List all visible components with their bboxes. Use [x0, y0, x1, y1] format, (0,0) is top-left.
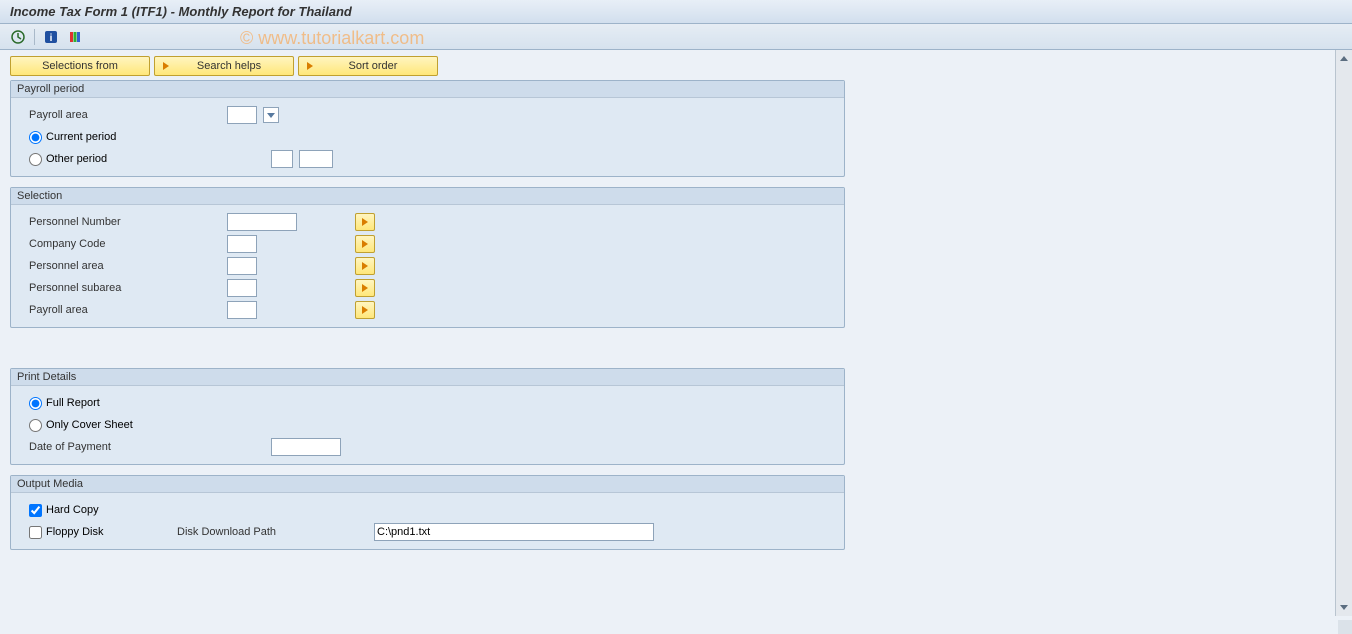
- multi-select-button[interactable]: [355, 213, 375, 231]
- field-label: Personnel area: [21, 260, 221, 272]
- arrow-right-icon: [307, 62, 313, 70]
- date-payment-label: Date of Payment: [21, 441, 221, 453]
- search-helps-label: Search helps: [173, 60, 285, 72]
- arrow-right-icon: [362, 218, 368, 226]
- group-title: Selection: [11, 188, 844, 205]
- dropdown-icon[interactable]: [263, 107, 279, 123]
- selection-row: Company Code: [21, 233, 834, 255]
- payroll-area-label: Payroll area: [21, 109, 221, 121]
- scroll-up-icon[interactable]: [1336, 50, 1352, 67]
- field-label: Personnel Number: [21, 216, 221, 228]
- cover-sheet-radio[interactable]: Only Cover Sheet: [21, 419, 133, 432]
- date-payment-input[interactable]: [271, 438, 341, 456]
- full-report-radio[interactable]: Full Report: [21, 397, 100, 410]
- group-title: Output Media: [11, 476, 844, 493]
- payroll-area-sel-input[interactable]: [227, 301, 257, 319]
- window-title: Income Tax Form 1 (ITF1) - Monthly Repor…: [10, 4, 352, 19]
- svg-text:i: i: [50, 33, 53, 44]
- application-toolbar: i: [0, 24, 1352, 50]
- arrow-right-icon: [362, 306, 368, 314]
- multi-select-button[interactable]: [355, 301, 375, 319]
- other-period-input[interactable]: [29, 153, 42, 166]
- personnel-number-input[interactable]: [227, 213, 297, 231]
- arrow-right-icon: [362, 284, 368, 292]
- floppy-check[interactable]: Floppy Disk: [21, 526, 171, 539]
- palette-icon[interactable]: [67, 29, 83, 45]
- hard-copy-check[interactable]: Hard Copy: [21, 504, 99, 517]
- payroll-period-group: Payroll period Payroll area Current peri…: [10, 80, 845, 177]
- content-area: Selections from Search helps Sort order …: [0, 50, 1352, 634]
- selection-row: Personnel Number: [21, 211, 834, 233]
- cover-sheet-label: Only Cover Sheet: [46, 419, 133, 431]
- other-period-radio[interactable]: Other period: [21, 153, 221, 166]
- sort-order-button[interactable]: Sort order: [298, 56, 438, 76]
- vertical-scrollbar[interactable]: [1335, 50, 1352, 616]
- hard-copy-label: Hard Copy: [46, 504, 99, 516]
- search-helps-button[interactable]: Search helps: [154, 56, 294, 76]
- current-period-input[interactable]: [29, 131, 42, 144]
- group-title: Print Details: [11, 369, 844, 386]
- personnel-subarea-input[interactable]: [227, 279, 257, 297]
- other-period-p1[interactable]: [271, 150, 293, 168]
- multi-select-button[interactable]: [355, 279, 375, 297]
- payroll-area-input[interactable]: [227, 106, 257, 124]
- scroll-down-icon[interactable]: [1336, 599, 1352, 616]
- field-label: Payroll area: [21, 304, 221, 316]
- full-report-label: Full Report: [46, 397, 100, 409]
- field-label: Company Code: [21, 238, 221, 250]
- selections-from-label: Selections from: [42, 60, 118, 72]
- arrow-right-icon: [362, 262, 368, 270]
- window-title-bar: Income Tax Form 1 (ITF1) - Monthly Repor…: [0, 0, 1352, 24]
- multi-select-button[interactable]: [355, 235, 375, 253]
- info-icon[interactable]: i: [43, 29, 59, 45]
- group-title: Payroll period: [11, 81, 844, 98]
- execute-icon[interactable]: [10, 29, 26, 45]
- output-media-group: Output Media Hard Copy Floppy Disk Disk …: [10, 475, 845, 550]
- full-report-input[interactable]: [29, 397, 42, 410]
- selection-row: Payroll area: [21, 299, 834, 321]
- selections-from-button[interactable]: Selections from: [10, 56, 150, 76]
- company-code-input[interactable]: [227, 235, 257, 253]
- selection-row: Personnel area: [21, 255, 834, 277]
- arrow-right-icon: [163, 62, 169, 70]
- hard-copy-input[interactable]: [29, 504, 42, 517]
- current-period-label: Current period: [46, 131, 116, 143]
- sort-order-label: Sort order: [317, 60, 429, 72]
- selection-row: Personnel subarea: [21, 277, 834, 299]
- floppy-input[interactable]: [29, 526, 42, 539]
- arrow-right-icon: [362, 240, 368, 248]
- print-details-group: Print Details Full Report Only Cover She…: [10, 368, 845, 465]
- cover-sheet-input[interactable]: [29, 419, 42, 432]
- personnel-area-input[interactable]: [227, 257, 257, 275]
- toolbar-separator: [34, 29, 35, 45]
- path-input[interactable]: [374, 523, 654, 541]
- selection-group: Selection Personnel Number Company Code …: [10, 187, 845, 328]
- button-row: Selections from Search helps Sort order: [10, 56, 1342, 76]
- other-period-label: Other period: [46, 153, 107, 165]
- field-label: Personnel subarea: [21, 282, 221, 294]
- path-label: Disk Download Path: [177, 526, 312, 538]
- current-period-radio[interactable]: Current period: [21, 131, 116, 144]
- other-period-p2[interactable]: [299, 150, 333, 168]
- floppy-label: Floppy Disk: [46, 526, 103, 538]
- multi-select-button[interactable]: [355, 257, 375, 275]
